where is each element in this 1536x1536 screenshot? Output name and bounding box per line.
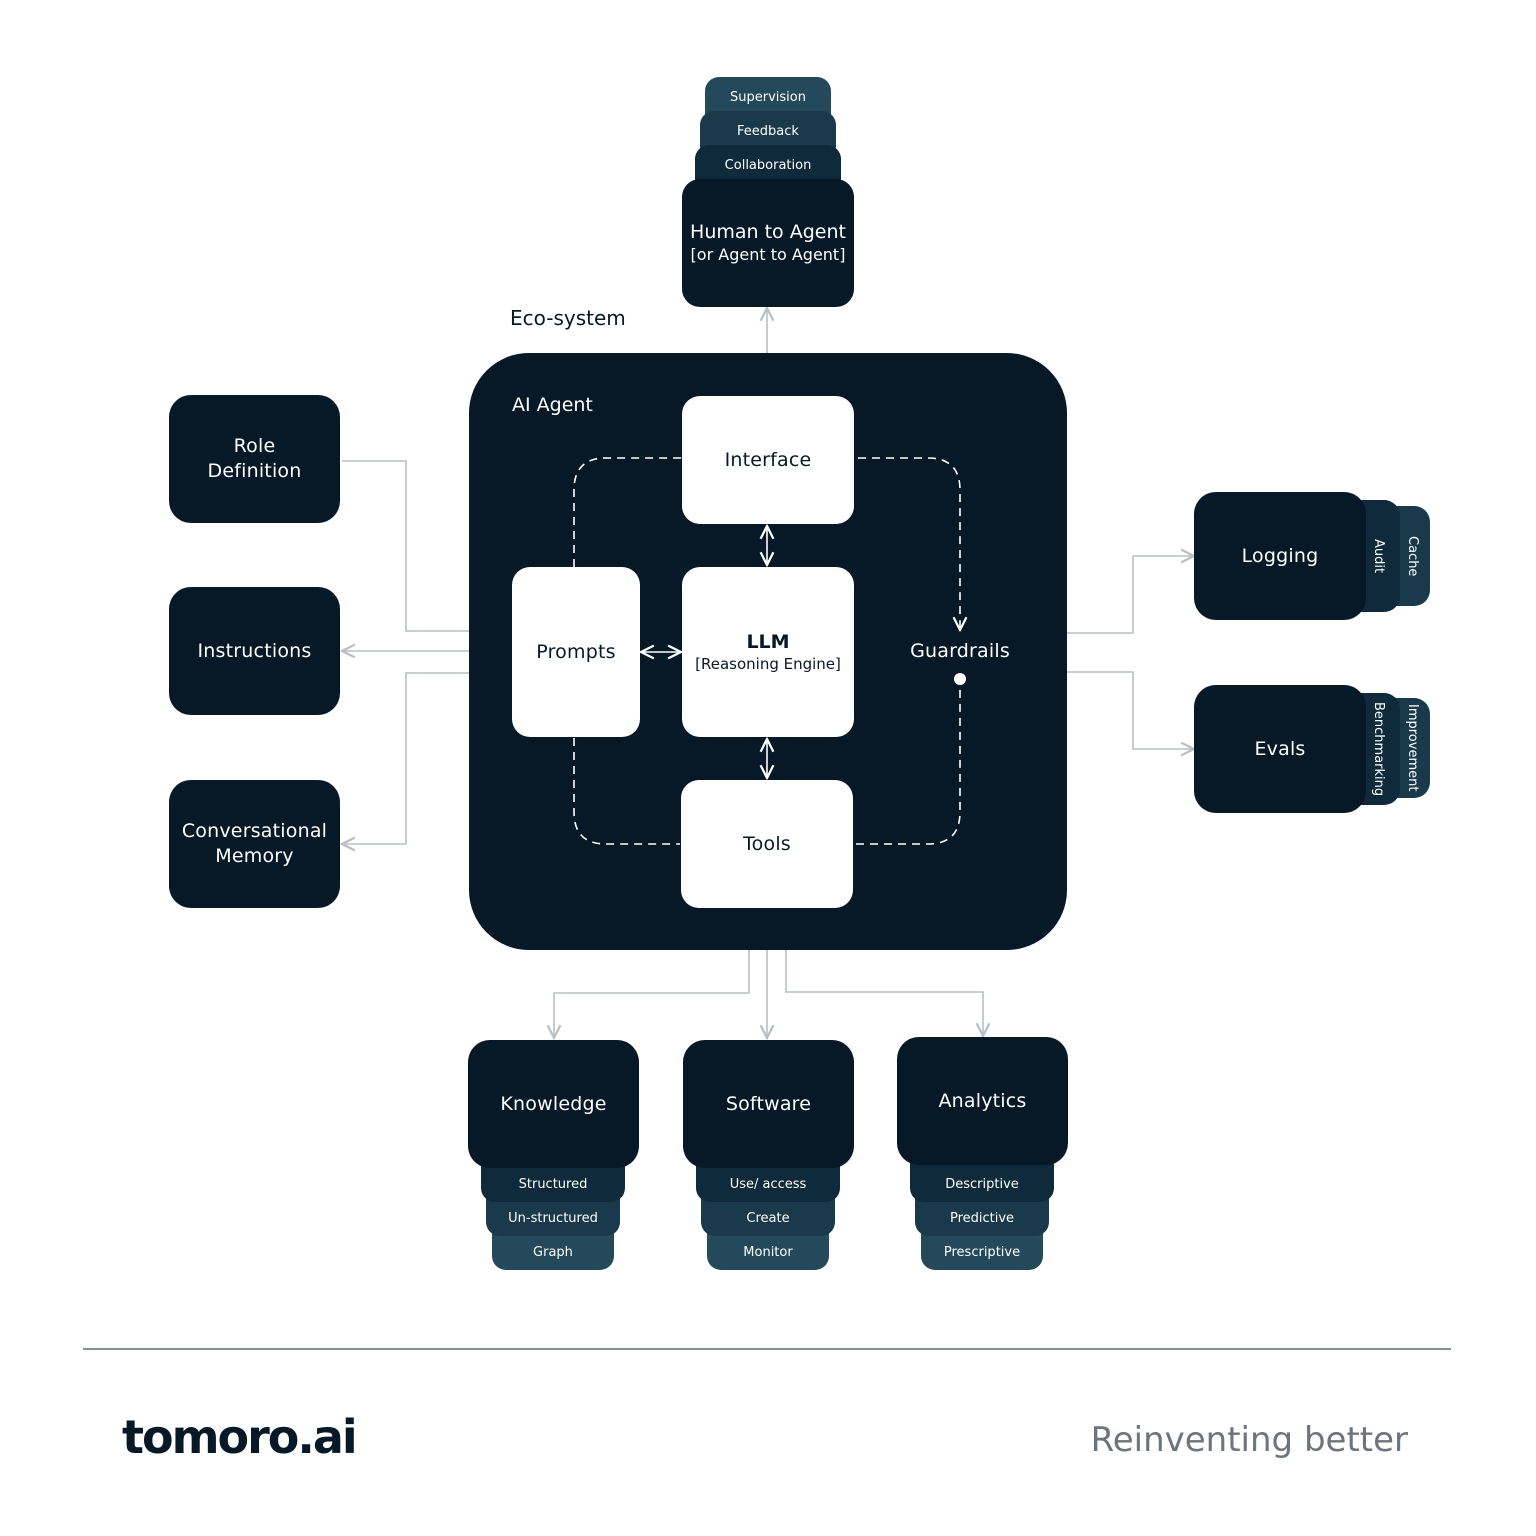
tomoro-logo: tomoro.ai	[122, 1410, 358, 1464]
llm-box[interactable]: LLM [Reasoning Engine]	[682, 567, 854, 737]
llm-subtitle: [Reasoning Engine]	[695, 655, 841, 673]
dashed-loop-bottom-right	[856, 688, 961, 845]
interface-box[interactable]: Interface	[682, 396, 854, 524]
conversational-memory-box[interactable]: Conversational Memory	[169, 780, 340, 908]
guardrails-dot	[954, 673, 966, 685]
guardrails-label[interactable]: Guardrails	[890, 639, 1030, 664]
role-definition-box[interactable]: Role Definition	[169, 395, 340, 523]
tagline: Reinventing better	[1090, 1420, 1408, 1460]
dashed-loop-bottom-left	[573, 738, 680, 845]
tools-box[interactable]: Tools	[681, 780, 853, 908]
dashed-loop-top-right	[858, 457, 960, 630]
knowledge-box[interactable]: Knowledge	[468, 1040, 639, 1168]
evals-box[interactable]: Evals	[1194, 685, 1366, 813]
footer-divider	[83, 1348, 1451, 1350]
dashed-loop-top-left	[573, 457, 682, 567]
analytics-box[interactable]: Analytics	[897, 1037, 1068, 1165]
llm-title: LLM	[746, 631, 790, 653]
prompts-box[interactable]: Prompts	[512, 567, 640, 737]
software-box[interactable]: Software	[683, 1040, 854, 1168]
instructions-box[interactable]: Instructions	[169, 587, 340, 715]
logging-box[interactable]: Logging	[1194, 492, 1366, 620]
